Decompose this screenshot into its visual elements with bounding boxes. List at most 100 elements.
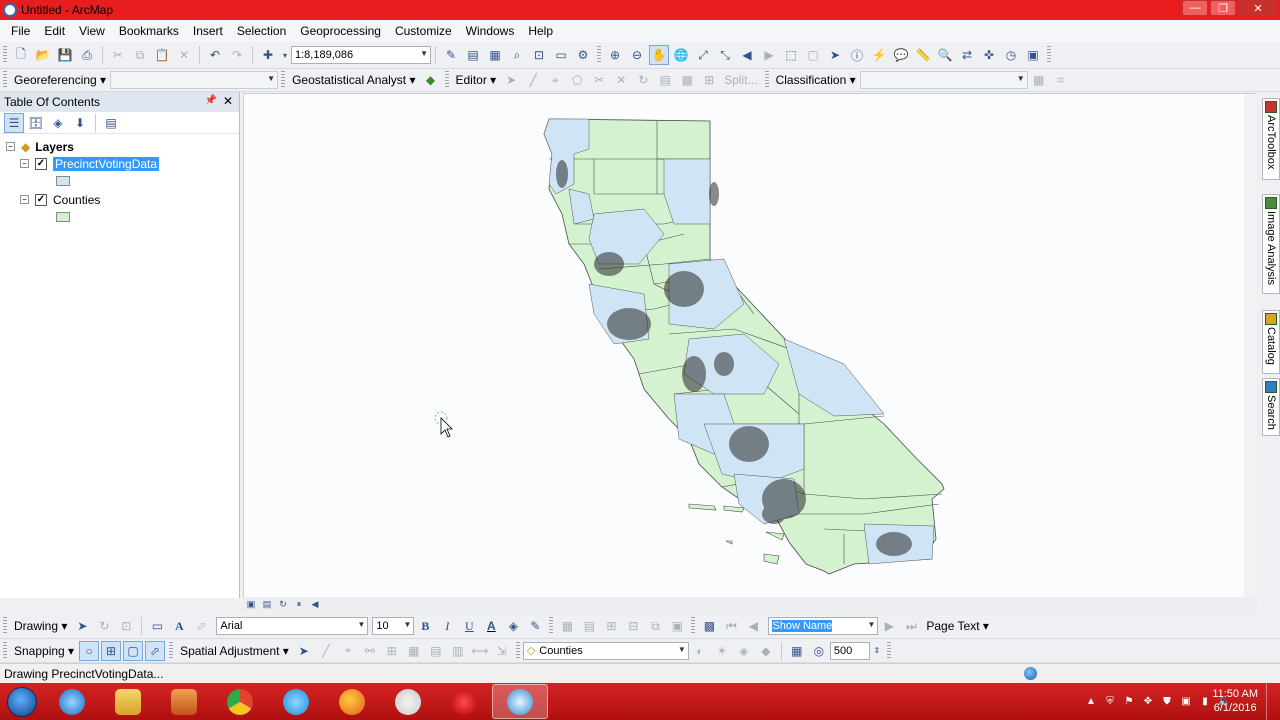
model-builder-icon[interactable]: ⚙ — [573, 45, 593, 65]
line-color-icon[interactable]: ✎ — [525, 616, 545, 636]
zoom-out-icon[interactable]: ⊖ — [627, 45, 647, 65]
taskbar-chrome[interactable] — [212, 684, 268, 719]
chevron-down-icon[interactable]: ▼ — [420, 49, 428, 58]
text-color-button[interactable]: A — [481, 616, 501, 636]
chevron-down-icon[interactable]: ▼ — [1017, 74, 1025, 83]
menu-customize[interactable]: Customize — [388, 20, 459, 42]
chevron-down-icon[interactable]: ▼ — [357, 620, 365, 629]
zoom-in-icon[interactable]: ⊕ — [605, 45, 625, 65]
chevron-down-icon[interactable]: ▼ — [403, 620, 411, 629]
edge-snapping-icon[interactable]: ⬀ — [145, 640, 166, 661]
underline-button[interactable]: U — [459, 616, 479, 636]
layers-group-row[interactable]: − ◆ Layers — [6, 138, 239, 155]
bold-button[interactable]: B — [415, 616, 435, 636]
toolbar-grip[interactable] — [444, 71, 449, 89]
taskbar-internet-explorer[interactable] — [44, 684, 100, 719]
close-icon[interactable]: ✕ — [223, 94, 233, 108]
dock-tab-catalog[interactable]: Catalog — [1262, 310, 1280, 374]
layer-row-counties[interactable]: − ✓ Counties — [6, 191, 239, 208]
chevron-down-icon[interactable]: ▼ — [678, 645, 686, 654]
options-icon[interactable]: ▤ — [101, 113, 121, 133]
maximize-button[interactable]: ❐ — [1210, 0, 1236, 16]
pan-icon[interactable]: ✋ — [649, 45, 669, 65]
taskbar-media-player[interactable] — [156, 684, 212, 719]
toolbar-grip[interactable] — [515, 641, 520, 660]
pause-drawing-icon[interactable]: ⏸ — [292, 598, 306, 610]
dock-tab-arctoolbox[interactable]: ArcToolbox — [1262, 98, 1280, 180]
chevron-down-icon[interactable]: ▼ — [867, 620, 875, 629]
menu-geoprocessing[interactable]: Geoprocessing — [293, 20, 388, 42]
select-elements-icon[interactable]: ➤ — [72, 616, 92, 636]
refresh-icon[interactable]: ↻ — [276, 598, 290, 610]
georeferencing-layer-combo[interactable]: ▼ — [110, 71, 279, 89]
california-map[interactable] — [244, 94, 1257, 598]
save-icon[interactable]: 💾 — [55, 45, 75, 65]
font-size-combo[interactable]: 10 ▼ — [372, 617, 415, 635]
map-display[interactable] — [243, 93, 1257, 598]
taskbar-firefox[interactable] — [324, 684, 380, 719]
toolbar-grip[interactable] — [3, 641, 7, 660]
snapping-menu[interactable]: Snapping ▾ — [10, 644, 78, 658]
clear-selection-icon[interactable]: ▢ — [803, 45, 823, 65]
start-button[interactable] — [0, 683, 44, 720]
editor-toolbar-icon[interactable]: ✎ — [441, 45, 461, 65]
list-by-selection-icon[interactable]: ⬇ — [70, 113, 90, 133]
page-name-combo[interactable]: Show Name ▼ — [768, 617, 879, 635]
classification-menu[interactable]: Classification ▾ — [772, 73, 860, 87]
fixed-zoom-out-icon[interactable]: ⤡ — [715, 45, 735, 65]
toolbar-grip[interactable] — [1047, 46, 1051, 64]
toolbar-grip[interactable] — [549, 617, 554, 635]
add-data-icon[interactable]: ✚ — [258, 45, 278, 65]
show-desktop-button[interactable] — [1266, 683, 1280, 720]
menu-edit[interactable]: Edit — [37, 20, 72, 42]
toolbar-grip[interactable] — [3, 46, 7, 64]
taskbar-file-explorer[interactable] — [100, 684, 156, 719]
menu-file[interactable]: File — [4, 20, 37, 42]
html-popup-icon[interactable]: 💬 — [891, 45, 911, 65]
network-icon[interactable]: ▮ — [1199, 696, 1211, 708]
drawing-menu[interactable]: Drawing ▾ — [10, 619, 71, 633]
layer-name-counties[interactable]: Counties — [53, 193, 100, 207]
minimize-button[interactable]: — — [1182, 0, 1208, 16]
rotate-icon[interactable]: ↻ — [94, 616, 114, 636]
dock-tab-image-analysis[interactable]: Image Analysis — [1262, 194, 1280, 294]
taskbar-skype[interactable] — [268, 684, 324, 719]
menu-insert[interactable]: Insert — [186, 20, 230, 42]
point-snapping-icon[interactable]: ○ — [79, 640, 100, 661]
new-document-icon[interactable]: 🗋 — [11, 45, 31, 65]
paste-icon[interactable]: 📋 — [152, 45, 172, 65]
forward-extent-icon[interactable]: ▶ — [759, 45, 779, 65]
menu-windows[interactable]: Windows — [459, 20, 522, 42]
end-snapping-icon[interactable]: ⊞ — [101, 640, 122, 661]
vertex-snapping-icon[interactable]: ▢ — [123, 640, 144, 661]
undo-icon[interactable]: ↶ — [205, 45, 225, 65]
back-extent-icon[interactable]: ◀ — [737, 45, 757, 65]
chevron-down-icon[interactable]: ▼ — [267, 74, 275, 83]
geostatistical-analyst-menu[interactable]: Geostatistical Analyst ▾ — [288, 73, 419, 87]
layer-visibility-checkbox[interactable]: ✓ — [35, 193, 47, 206]
list-by-visibility-icon[interactable]: ◈ — [48, 113, 68, 133]
toolbar-grip[interactable] — [597, 46, 601, 64]
toolbar-grip[interactable] — [764, 71, 769, 89]
close-button[interactable]: ✕ — [1238, 0, 1278, 16]
target-layer-combo[interactable]: ◇ Counties ▼ — [522, 641, 689, 660]
arctoolbox-icon[interactable]: ⊡ — [529, 45, 549, 65]
layer-visibility-checkbox[interactable]: ✓ — [35, 157, 47, 170]
redo-icon[interactable]: ↷ — [227, 45, 247, 65]
georeferencing-menu[interactable]: Georeferencing ▾ — [10, 73, 110, 87]
taskbar-snipping-tool[interactable] — [380, 684, 436, 719]
classification-layer-combo[interactable]: ▼ — [859, 71, 1028, 89]
collapse-icon[interactable]: − — [20, 159, 29, 168]
toolbar-grip[interactable] — [169, 641, 174, 660]
map-horizontal-scrollbar[interactable]: ▣ ▤ ↻ ⏸ ◀ — [243, 597, 1257, 611]
search-window-icon[interactable]: ⌕ — [507, 45, 527, 65]
spinner-icon[interactable]: ⇕ — [871, 641, 883, 661]
chevron-down-icon[interactable]: ▾ — [280, 45, 290, 65]
list-by-drawing-order-icon[interactable]: ☰ — [4, 112, 24, 133]
taskbar-opera[interactable] — [436, 684, 492, 719]
open-folder-icon[interactable]: 📂 — [33, 45, 53, 65]
security-icon[interactable]: ⛨ — [1104, 696, 1116, 708]
select-elements-icon[interactable]: ➤ — [825, 45, 845, 65]
pin-icon[interactable]: 📌 — [205, 95, 217, 106]
rectangle-icon[interactable]: ▭ — [147, 616, 167, 636]
